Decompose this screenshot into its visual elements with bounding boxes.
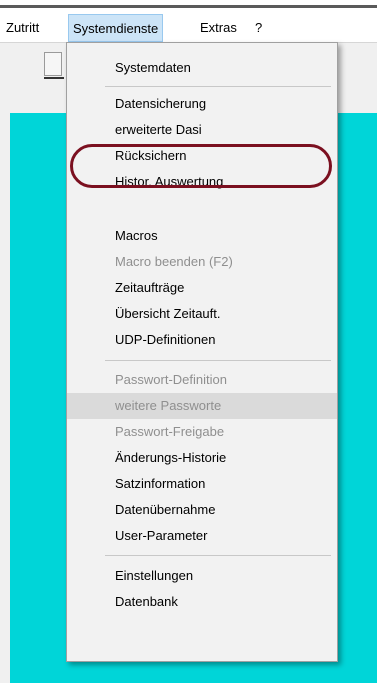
window-top-border [0,0,377,12]
menu-help[interactable]: ? [251,14,266,42]
menu-item-datenbank[interactable]: Datenbank [67,589,337,615]
menu-separator [105,555,331,556]
menu-item-erweiterte-dasi[interactable]: erweiterte Dasi [67,117,337,143]
menu-extras[interactable]: Extras [196,14,241,42]
annotation-highlight-ring [70,144,332,188]
menu-item-macro-beenden: Macro beenden (F2) [115,254,233,269]
menu-item-uebersicht-zeitauft[interactable]: Übersicht Zeitauft. [67,301,337,327]
menu-item-zeitauftraege[interactable]: Zeitaufträge [67,275,337,301]
menu-item-datensicherung[interactable]: Datensicherung [67,91,337,117]
menu-item-udp-definitionen[interactable]: UDP-Definitionen [67,327,337,353]
menu-systemdienste[interactable]: Systemdienste [68,14,164,42]
menu-zutritt[interactable]: Zutritt [2,14,43,42]
menu-item-datenuebernahme[interactable]: Datenübernahme [67,497,337,523]
systemdienste-dropdown-menu: Systemdaten Datensicherung erweiterte Da… [66,42,338,662]
toolbar-button[interactable] [44,52,62,76]
menu-separator [105,360,331,361]
menu-item-einstellungen[interactable]: Einstellungen [67,563,337,589]
menu-item-passwort-freigabe: Passwort-Freigabe [115,424,225,439]
toolbar-button-underline [44,77,64,79]
menu-item-user-parameter[interactable]: User-Parameter [67,523,337,549]
menu-item-macros[interactable]: Macros [67,223,337,249]
menu-item-weitere-passworte: weitere Passworte [67,393,337,419]
menu-item-passwort-definition: Passwort-Definition [115,372,227,387]
menu-bar: Zutritt Systemdienste Extras ? [0,14,377,43]
menu-item-aenderungs-historie[interactable]: Änderungs-Historie [67,445,337,471]
menu-separator [105,86,331,87]
menu-item-satzinformation[interactable]: Satzinformation [67,471,337,497]
menu-item-systemdaten[interactable]: Systemdaten [67,55,337,81]
left-panel [0,113,10,683]
